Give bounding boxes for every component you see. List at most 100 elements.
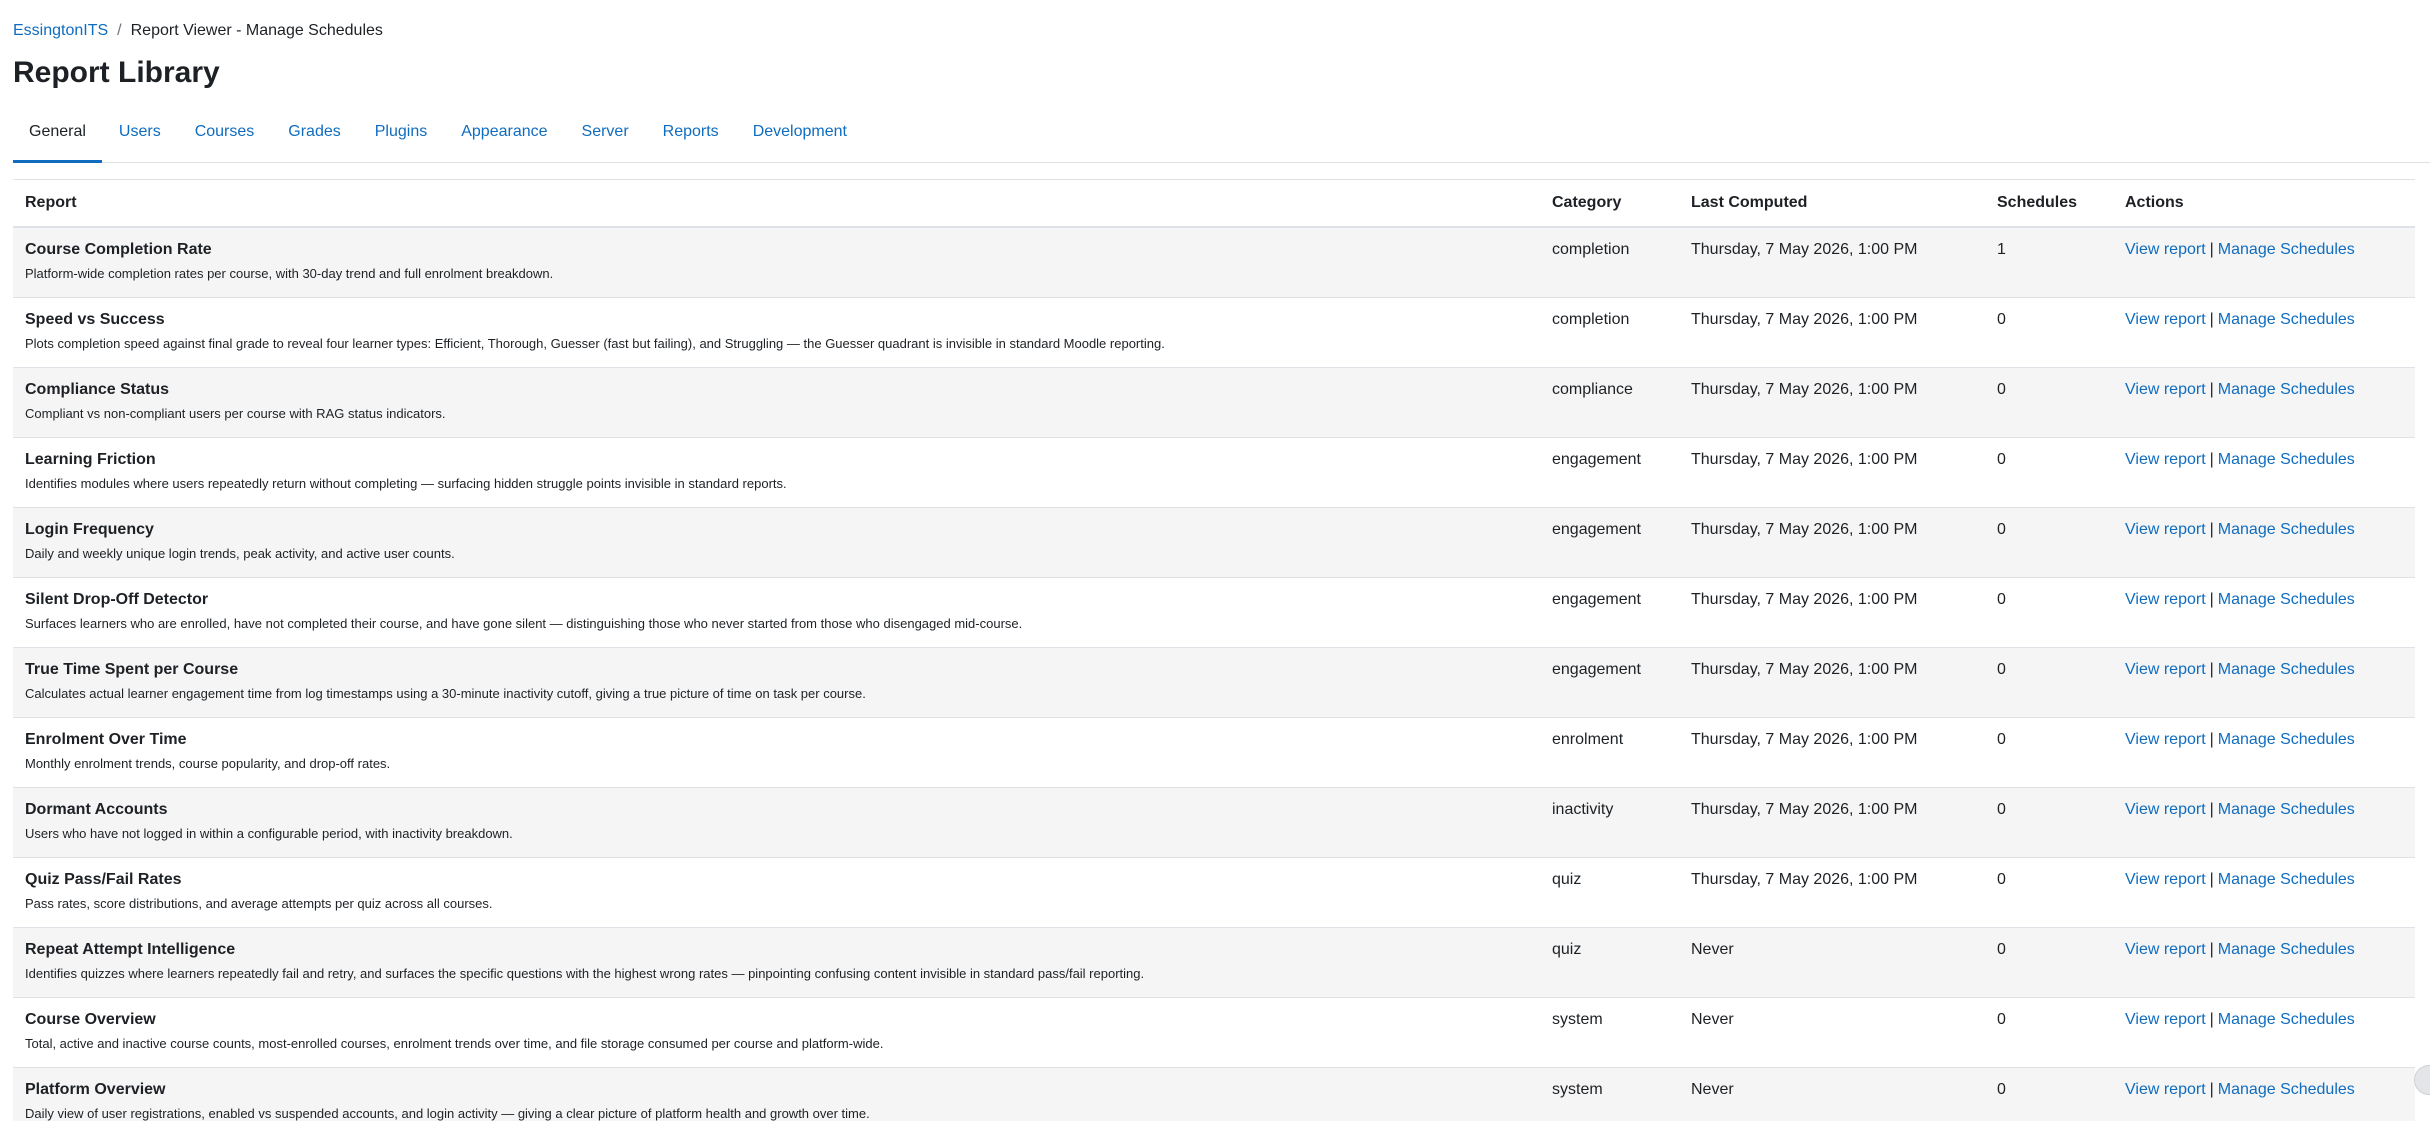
- manage-schedules-link[interactable]: Manage Schedules: [2218, 661, 2355, 678]
- actions-cell: View report | Manage Schedules: [2113, 436, 2415, 507]
- actions-cell: View report | Manage Schedules: [2113, 716, 2415, 787]
- report-description: Plots completion speed against final gra…: [25, 335, 1165, 351]
- column-header-category[interactable]: Category: [1540, 180, 1679, 228]
- tab-server[interactable]: Server: [565, 110, 646, 162]
- table-row: True Time Spent per Course Calculates act…: [13, 646, 2415, 717]
- report-description: Users who have not logged in within a co…: [25, 825, 513, 841]
- tab-general[interactable]: General: [13, 110, 102, 163]
- category-cell: system: [1540, 996, 1679, 1067]
- tab-plugins[interactable]: Plugins: [358, 110, 444, 162]
- schedules-cell: 0: [1985, 436, 2113, 507]
- actions-cell: View report | Manage Schedules: [2113, 1066, 2415, 1121]
- actions-cell: View report | Manage Schedules: [2113, 996, 2415, 1067]
- manage-schedules-link[interactable]: Manage Schedules: [2218, 591, 2355, 608]
- schedules-cell: 0: [1985, 646, 2113, 717]
- actions-cell: View report | Manage Schedules: [2113, 856, 2415, 927]
- view-report-link[interactable]: View report: [2125, 521, 2206, 538]
- report-description: Compliant vs non-compliant users per cou…: [25, 405, 446, 421]
- view-report-link[interactable]: View report: [2125, 801, 2206, 818]
- tab-development[interactable]: Development: [736, 110, 864, 162]
- last-computed-cell: Never: [1679, 1066, 1985, 1121]
- manage-schedules-link[interactable]: Manage Schedules: [2218, 241, 2355, 258]
- manage-schedules-link[interactable]: Manage Schedules: [2218, 1081, 2355, 1098]
- view-report-link[interactable]: View report: [2125, 381, 2206, 398]
- report-table: Report Category Last Computed Schedules …: [13, 180, 2415, 1121]
- report-name: Enrolment Over Time: [25, 730, 187, 748]
- table-row: Silent Drop-Off Detector Surfaces learner…: [13, 576, 2415, 647]
- manage-schedules-link[interactable]: Manage Schedules: [2218, 1011, 2355, 1028]
- view-report-link[interactable]: View report: [2125, 871, 2206, 888]
- actions-cell: View report | Manage Schedules: [2113, 576, 2415, 647]
- report-cell: Silent Drop-Off Detector Surfaces learner…: [13, 576, 1540, 647]
- manage-schedules-link[interactable]: Manage Schedules: [2218, 941, 2355, 958]
- actions-cell: View report | Manage Schedules: [2113, 366, 2415, 437]
- column-header-last-computed[interactable]: Last Computed: [1679, 180, 1985, 228]
- view-report-link[interactable]: View report: [2125, 941, 2206, 958]
- action-separator: |: [2209, 590, 2214, 608]
- manage-schedules-link[interactable]: Manage Schedules: [2218, 801, 2355, 818]
- view-report-link[interactable]: View report: [2125, 1011, 2206, 1028]
- table-body: Course Completion Rate Platform-wide comp…: [13, 226, 2415, 1121]
- schedules-cell: 0: [1985, 926, 2113, 997]
- action-separator: |: [2209, 1010, 2214, 1028]
- report-name: Silent Drop-Off Detector: [25, 590, 209, 608]
- report-name: Compliance Status: [25, 380, 170, 398]
- last-computed-cell: Thursday, 7 May 2026, 1:00 PM: [1679, 856, 1985, 927]
- schedules-cell: 0: [1985, 1066, 2113, 1121]
- tab-grades[interactable]: Grades: [271, 110, 357, 162]
- last-computed-cell: Thursday, 7 May 2026, 1:00 PM: [1679, 366, 1985, 437]
- manage-schedules-link[interactable]: Manage Schedules: [2218, 451, 2355, 468]
- report-description: Monthly enrolment trends, course popular…: [25, 755, 391, 771]
- view-report-link[interactable]: View report: [2125, 661, 2206, 678]
- tab-users[interactable]: Users: [102, 110, 178, 162]
- column-header-report[interactable]: Report: [13, 180, 1540, 228]
- last-computed-cell: Thursday, 7 May 2026, 1:00 PM: [1679, 646, 1985, 717]
- schedules-cell: 0: [1985, 716, 2113, 787]
- page: EssingtonITS / Report Viewer - Manage Sc…: [0, 0, 2430, 1121]
- report-name: Course Overview: [25, 1010, 156, 1028]
- view-report-link[interactable]: View report: [2125, 241, 2206, 258]
- report-name: Repeat Attempt Intelligence: [25, 940, 236, 958]
- actions-cell: View report | Manage Schedules: [2113, 506, 2415, 577]
- table-row: Learning Friction Identifies modules wher…: [13, 436, 2415, 507]
- view-report-link[interactable]: View report: [2125, 311, 2206, 328]
- page-title: Report Library: [13, 56, 220, 89]
- report-description: Calculates actual learner engagement tim…: [25, 685, 866, 701]
- category-cell: quiz: [1540, 856, 1679, 927]
- view-report-link[interactable]: View report: [2125, 591, 2206, 608]
- tab-reports[interactable]: Reports: [646, 110, 736, 162]
- tab-appearance[interactable]: Appearance: [444, 110, 564, 162]
- breadcrumb-separator: /: [117, 22, 122, 39]
- table-row: Dormant Accounts Users who have not logge…: [13, 786, 2415, 857]
- column-header-schedules[interactable]: Schedules: [1985, 180, 2113, 228]
- schedules-cell: 0: [1985, 506, 2113, 577]
- actions-cell: View report | Manage Schedules: [2113, 226, 2415, 297]
- category-cell: system: [1540, 1066, 1679, 1121]
- last-computed-cell: Thursday, 7 May 2026, 1:00 PM: [1679, 296, 1985, 367]
- manage-schedules-link[interactable]: Manage Schedules: [2218, 521, 2355, 538]
- report-description: Daily and weekly unique login trends, pe…: [25, 545, 455, 561]
- report-name: Course Completion Rate: [25, 241, 212, 258]
- report-name: True Time Spent per Course: [25, 660, 239, 678]
- manage-schedules-link[interactable]: Manage Schedules: [2218, 731, 2355, 748]
- view-report-link[interactable]: View report: [2125, 451, 2206, 468]
- help-button[interactable]: [2414, 1065, 2430, 1095]
- view-report-link[interactable]: View report: [2125, 1081, 2206, 1098]
- report-cell: Dormant Accounts Users who have not logge…: [13, 786, 1540, 857]
- actions-cell: View report | Manage Schedules: [2113, 296, 2415, 367]
- schedules-cell: 0: [1985, 856, 2113, 927]
- report-name: Quiz Pass/Fail Rates: [25, 870, 182, 888]
- view-report-link[interactable]: View report: [2125, 731, 2206, 748]
- manage-schedules-link[interactable]: Manage Schedules: [2218, 311, 2355, 328]
- report-cell: Compliance Status Compliant vs non-compli…: [13, 366, 1540, 437]
- report-cell: Course Completion Rate Platform-wide comp…: [13, 226, 1540, 297]
- category-cell: completion: [1540, 226, 1679, 297]
- breadcrumb-link-home[interactable]: EssingtonITS: [13, 21, 108, 41]
- schedules-cell: 0: [1985, 296, 2113, 367]
- manage-schedules-link[interactable]: Manage Schedules: [2218, 381, 2355, 398]
- action-separator: |: [2209, 1080, 2214, 1098]
- action-separator: |: [2209, 940, 2214, 958]
- tab-courses[interactable]: Courses: [178, 110, 272, 162]
- manage-schedules-link[interactable]: Manage Schedules: [2218, 871, 2355, 888]
- table-header-row: Report Category Last Computed Schedules …: [13, 180, 2415, 228]
